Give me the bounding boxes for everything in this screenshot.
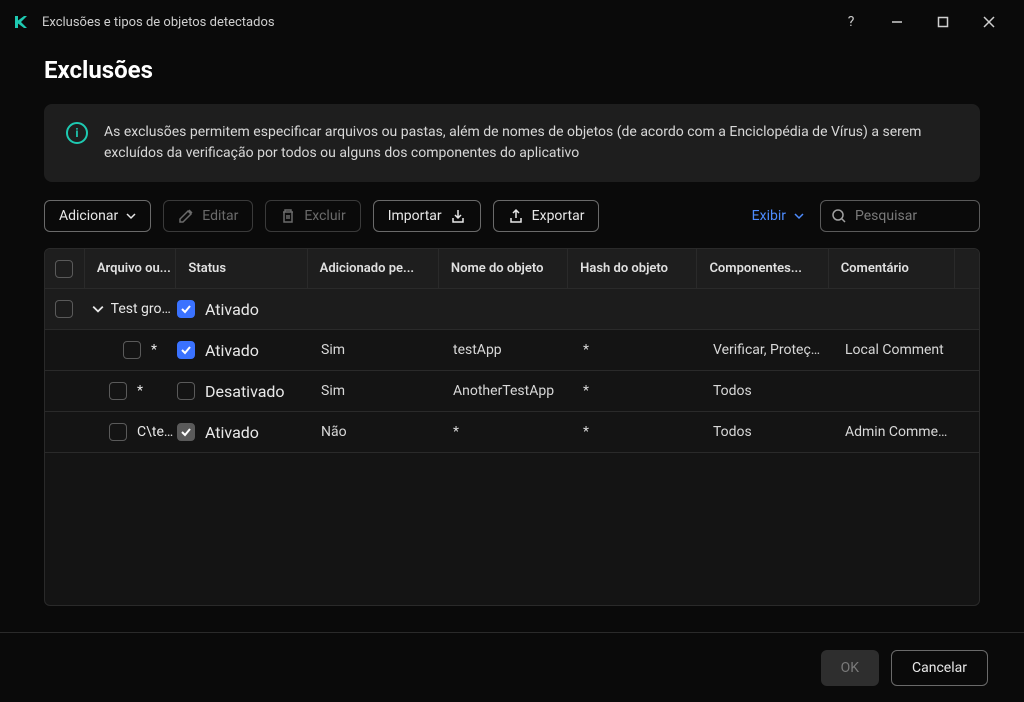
add-button[interactable]: Adicionar (44, 200, 151, 232)
view-button-label: Exibir (752, 208, 786, 224)
edit-button: Editar (163, 200, 253, 232)
col-file[interactable]: Arquivo ou... (85, 249, 177, 288)
trash-icon (280, 208, 296, 224)
search-input[interactable] (855, 208, 969, 224)
row-checkbox[interactable] (109, 423, 127, 441)
row-checkbox[interactable] (109, 382, 127, 400)
table-body: Test gro... Ativado (45, 289, 979, 453)
col-scroll (955, 249, 979, 288)
cell-comment: Local Comment (833, 342, 960, 358)
exclusions-table: Arquivo ou... Status Adicionado pe... No… (44, 248, 980, 606)
cell-comment: Admin Comment (833, 424, 960, 440)
search-box[interactable] (820, 200, 980, 232)
cell-file: Test gro... (111, 301, 171, 317)
chevron-down-icon (794, 211, 804, 221)
table-header: Arquivo ou... Status Adicionado pe... No… (45, 249, 979, 289)
info-banner: i As exclusões permitem especificar arqu… (44, 104, 980, 182)
import-button-label: Importar (388, 208, 442, 224)
cell-objname: testApp (441, 342, 571, 358)
row-checkbox[interactable] (123, 341, 141, 359)
col-check (45, 249, 85, 288)
status-checkbox[interactable] (177, 300, 195, 318)
toolbar: Adicionar Editar Excluir Importar Export… (44, 200, 980, 232)
cell-status: Desativado (205, 382, 285, 401)
col-comment[interactable]: Comentário (829, 249, 955, 288)
table-row[interactable]: * Desativado Sim AnotherTestApp * Todos (45, 371, 979, 412)
pencil-icon (178, 208, 194, 224)
info-text: As exclusões permitem especificar arquiv… (104, 122, 958, 164)
select-all-checkbox[interactable] (55, 260, 73, 278)
delete-button-label: Excluir (304, 208, 345, 224)
view-button[interactable]: Exibir (748, 200, 808, 232)
cell-status: Ativado (205, 341, 259, 360)
cell-added: Não (309, 424, 441, 440)
titlebar: Exclusões e tipos de objetos detectados … (0, 0, 1024, 44)
table-row[interactable]: C\test\te... Ativado Não * * Todos Admin… (45, 412, 979, 453)
cell-comp: Verificar, Proteç... (701, 342, 833, 358)
app-logo-icon (12, 13, 30, 31)
window-controls: ? (828, 6, 1012, 38)
col-hash[interactable]: Hash do objeto (568, 249, 697, 288)
row-checkbox[interactable] (55, 300, 73, 318)
help-button[interactable]: ? (828, 6, 874, 38)
status-checkbox[interactable] (177, 423, 195, 441)
export-button-label: Exportar (532, 208, 585, 224)
close-button[interactable] (966, 6, 1012, 38)
col-added[interactable]: Adicionado pe... (308, 249, 439, 288)
maximize-button[interactable] (920, 6, 966, 38)
col-objname[interactable]: Nome do objeto (439, 249, 568, 288)
import-icon (450, 208, 466, 224)
window-title: Exclusões e tipos de objetos detectados (42, 15, 275, 30)
export-icon (508, 208, 524, 224)
col-status[interactable]: Status (176, 249, 307, 288)
expand-icon[interactable] (91, 302, 105, 316)
delete-button: Excluir (265, 200, 360, 232)
cell-status: Ativado (205, 423, 259, 442)
cell-objname: * (441, 424, 571, 440)
cell-added: Sim (309, 383, 441, 399)
titlebar-left: Exclusões e tipos de objetos detectados (12, 13, 275, 31)
cell-file: * (151, 342, 157, 358)
cell-hash: * (571, 424, 701, 440)
page-title: Exclusões (44, 56, 980, 84)
cell-comp: Todos (701, 383, 833, 399)
status-checkbox[interactable] (177, 382, 195, 400)
cell-hash: * (571, 383, 701, 399)
edit-button-label: Editar (202, 208, 238, 224)
ok-button: OK (821, 650, 879, 686)
col-comp[interactable]: Componentes... (697, 249, 828, 288)
table-row[interactable]: * Ativado Sim testApp * Verificar, Prote… (45, 330, 979, 371)
import-button[interactable]: Importar (373, 200, 481, 232)
cell-objname: AnotherTestApp (441, 383, 571, 399)
cell-added: Sim (309, 342, 441, 358)
cell-file: C\test\te... (137, 424, 177, 440)
minimize-button[interactable] (874, 6, 920, 38)
cell-hash: * (571, 342, 701, 358)
cell-comp: Todos (701, 424, 833, 440)
table-row[interactable]: Test gro... Ativado (45, 289, 979, 330)
info-icon: i (66, 122, 88, 144)
content: Exclusões i As exclusões permitem especi… (0, 44, 1024, 606)
cell-file: * (137, 383, 143, 399)
cell-status: Ativado (205, 300, 259, 319)
footer: OK Cancelar (0, 632, 1024, 702)
status-checkbox[interactable] (177, 341, 195, 359)
cancel-button[interactable]: Cancelar (891, 650, 988, 686)
export-button[interactable]: Exportar (493, 200, 600, 232)
search-icon (831, 208, 847, 224)
add-button-label: Adicionar (59, 208, 118, 224)
chevron-down-icon (126, 211, 136, 221)
